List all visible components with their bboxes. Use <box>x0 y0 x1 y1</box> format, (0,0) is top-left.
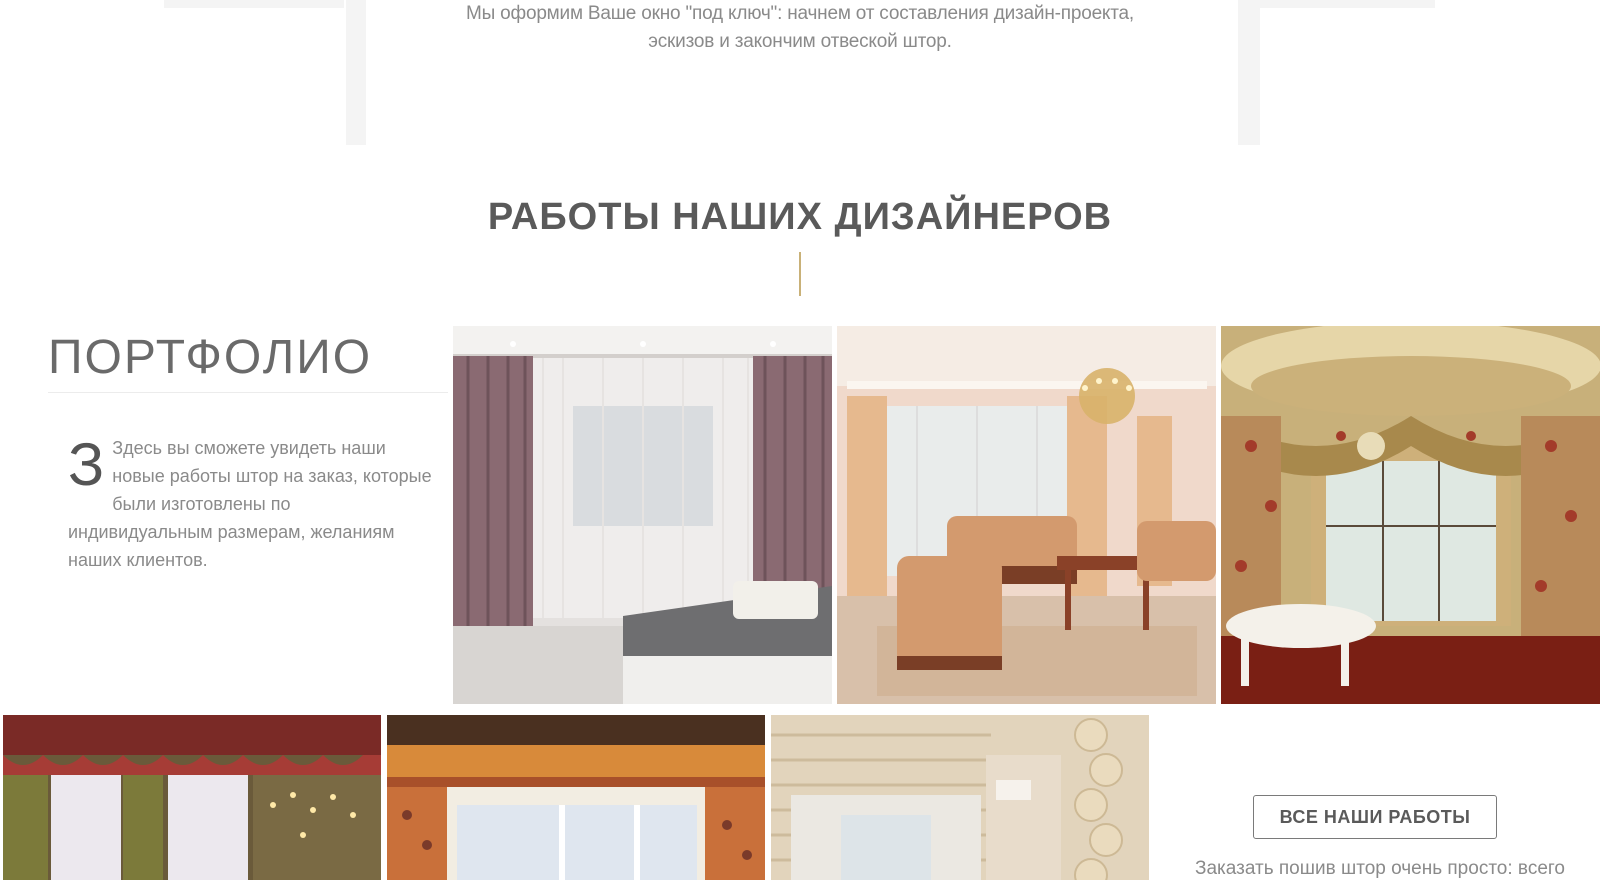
gallery-image-living-room-mauve <box>453 326 832 704</box>
section-title: РАБОТЫ НАШИХ ДИЗАЙНЕРОВ <box>487 196 1113 238</box>
dropcap-letter: З <box>68 431 105 498</box>
gallery-image-classic-living-room <box>837 326 1216 704</box>
portfolio-description-text: Здесь вы сможете увидеть наши новые рабо… <box>68 438 432 570</box>
decor-bar-right-top <box>1260 0 1435 8</box>
intro-line-2: эскизов и закончим отвеской штор. <box>648 31 952 52</box>
intro-text: Мы оформим Ваше окно "под ключ": начнем … <box>380 0 1220 56</box>
gallery-image-orange-valance <box>387 715 765 880</box>
intro-line-1: Мы оформим Ваше окно "под ключ": начнем … <box>465 3 1134 24</box>
title-divider <box>799 252 801 296</box>
order-intro-text: Заказать пошив штор очень просто: всего <box>1195 858 1565 879</box>
portfolio-underline <box>48 392 448 393</box>
gallery-image-dining-room-swag <box>1221 326 1600 704</box>
gallery-tile-2[interactable] <box>837 326 1216 704</box>
gallery-image-log-house <box>771 715 1149 880</box>
gallery-tile-5[interactable] <box>387 715 765 880</box>
decor-bar-left <box>346 0 366 145</box>
gallery-image-austrian-curtains <box>3 715 381 880</box>
decor-bar-right <box>1238 0 1260 145</box>
decor-bar-left-top <box>164 0 344 8</box>
portfolio-description: З Здесь вы сможете увидеть наши новые раб… <box>68 434 440 574</box>
portfolio-heading: ПОРТФОЛИО <box>48 331 373 384</box>
all-works-button[interactable]: ВСЕ НАШИ РАБОТЫ <box>1253 795 1497 839</box>
gallery-tile-6[interactable] <box>771 715 1149 880</box>
gallery-tile-4[interactable] <box>3 715 381 880</box>
gallery-tile-1[interactable] <box>453 326 832 704</box>
gallery-tile-3[interactable] <box>1221 326 1600 704</box>
